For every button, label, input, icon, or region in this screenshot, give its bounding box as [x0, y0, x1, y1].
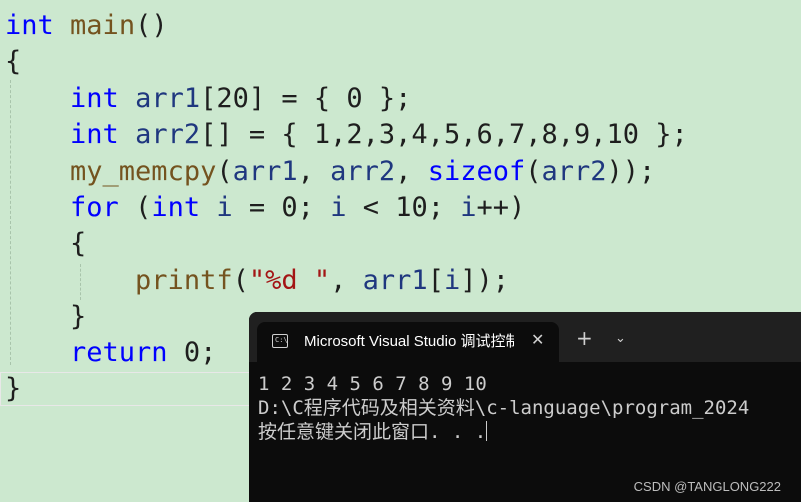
code-token: sizeof — [427, 156, 526, 187]
terminal-tab[interactable]: C:\ Microsoft Visual Studio 调试控制台 ✕ — [257, 322, 559, 362]
code-line[interactable]: for (int i = 0; i < 10; i++) — [5, 190, 525, 226]
code-token: 0; — [167, 337, 217, 368]
code-token: ( — [232, 265, 249, 296]
code-token: = 0; — [232, 192, 331, 223]
code-token: my_memcpy — [70, 156, 217, 187]
chevron-down-icon[interactable]: ⌄ — [615, 329, 626, 349]
code-token: int — [151, 192, 201, 223]
console-icon: C:\ — [272, 334, 288, 348]
code-token: , — [297, 156, 331, 187]
code-token: , — [330, 265, 363, 296]
code-token: int — [70, 119, 119, 150]
console-output-line: 按任意键关闭此窗口. . . — [258, 420, 488, 444]
code-token: ]); — [460, 265, 509, 296]
code-token: [20] = { 0 }; — [200, 83, 412, 114]
code-token: int — [5, 10, 54, 41]
code-token: [] = { 1,2,3,4,5,6,7,8,9,10 }; — [200, 119, 688, 150]
code-token: int — [70, 83, 119, 114]
code-token: i — [443, 265, 461, 296]
code-token: () — [135, 10, 168, 41]
code-line[interactable]: { — [5, 44, 21, 80]
code-token: arr2 — [135, 119, 201, 150]
code-token: return — [70, 337, 168, 368]
code-token: main — [70, 10, 136, 41]
watermark: CSDN @TANGLONG222 — [633, 479, 781, 494]
debug-console-window[interactable]: C:\ Microsoft Visual Studio 调试控制台 ✕ + ⌄ … — [249, 312, 801, 502]
code-line[interactable]: int arr1[20] = { 0 }; — [5, 81, 411, 117]
code-token: "%d " — [248, 265, 331, 296]
terminal-tab-bar: C:\ Microsoft Visual Studio 调试控制台 ✕ + ⌄ — [249, 312, 801, 362]
code-line[interactable]: return 0; — [5, 335, 216, 371]
console-prompt-text: 按任意键关闭此窗口. . . — [258, 421, 487, 443]
code-token: arr1 — [362, 265, 428, 296]
code-token: i — [460, 192, 477, 223]
code-line[interactable]: printf("%d ", arr1[i]); — [5, 263, 509, 299]
close-icon[interactable]: ✕ — [531, 330, 544, 350]
code-line[interactable]: my_memcpy(arr1, arr2, sizeof(arr2)); — [5, 154, 655, 190]
code-token: )); — [606, 156, 656, 187]
code-token: i — [216, 192, 233, 223]
code-token: ( — [216, 156, 233, 187]
new-tab-button[interactable]: + — [576, 328, 593, 348]
code-line[interactable]: } — [5, 371, 21, 407]
console-output-line: 1 2 3 4 5 6 7 8 9 10 — [258, 373, 487, 395]
code-token: < 10; — [346, 192, 461, 223]
code-token: ++) — [476, 192, 526, 223]
code-line[interactable]: int arr2[] = { 1,2,3,4,5,6,7,8,9,10 }; — [5, 117, 688, 153]
code-token: printf — [135, 265, 233, 296]
tab-title: Microsoft Visual Studio 调试控制台 — [304, 333, 514, 350]
current-line-highlight — [0, 372, 250, 406]
text-cursor — [486, 421, 488, 441]
code-token: { — [5, 228, 87, 259]
code-line[interactable]: } — [5, 299, 86, 335]
console-output-line: D:\C程序代码及相关资料\c-language\program_2024 — [258, 397, 750, 419]
code-token: , — [395, 156, 428, 187]
code-token: { — [5, 46, 22, 77]
code-token: ( — [118, 192, 152, 223]
code-token: } — [5, 301, 87, 332]
code-token: [ — [427, 265, 444, 296]
code-token: for — [70, 192, 119, 223]
code-line[interactable]: int main() — [5, 8, 168, 44]
code-token: arr1 — [135, 83, 201, 114]
code-line[interactable]: { — [5, 226, 86, 262]
code-token: } — [5, 373, 22, 404]
code-token: arr2 — [330, 156, 396, 187]
code-token: arr2 — [541, 156, 607, 187]
code-token: i — [330, 192, 347, 223]
code-token: ( — [525, 156, 542, 187]
code-token: arr1 — [232, 156, 298, 187]
